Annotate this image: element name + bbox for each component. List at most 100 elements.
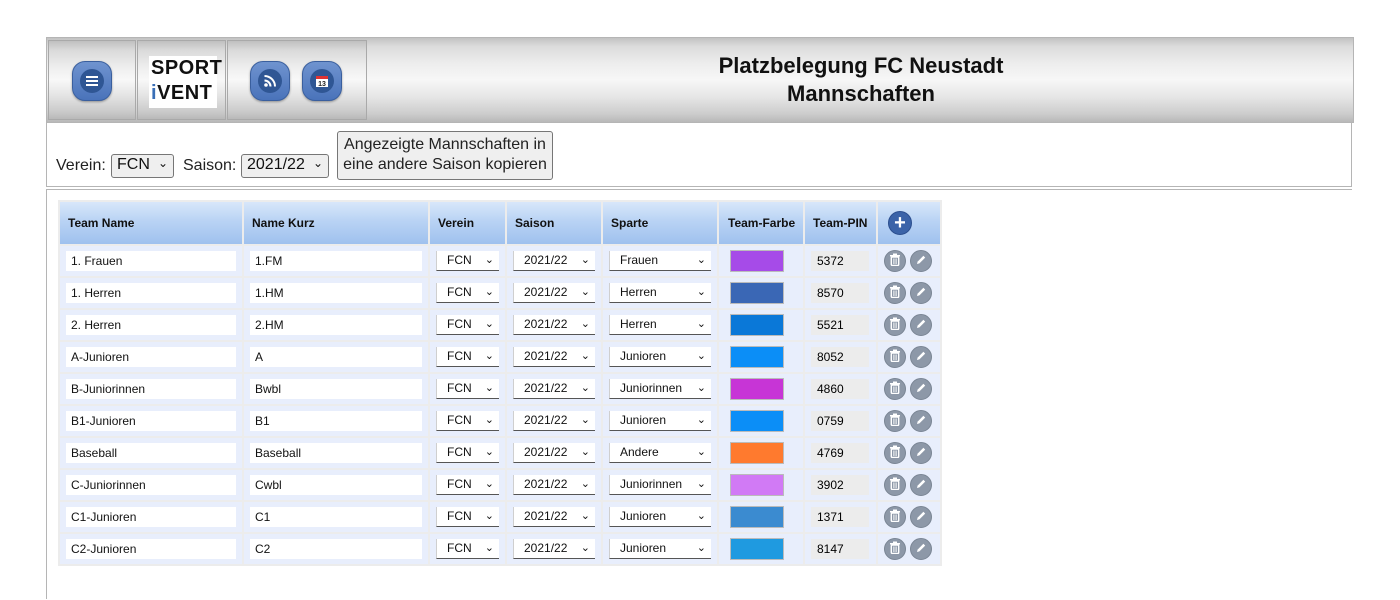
team-name-input[interactable]: B-Juniorinnen: [66, 379, 236, 399]
saison-dropdown[interactable]: 2021/22 ⌄: [513, 539, 595, 559]
col-name-kurz[interactable]: Name Kurz: [244, 202, 428, 244]
pencil-icon[interactable]: [910, 410, 933, 432]
verein-dropdown[interactable]: FCN ⌄: [436, 315, 499, 335]
saison-dropdown[interactable]: 2021/22 ⌄: [513, 507, 595, 527]
team-name-input[interactable]: C1-Junioren: [66, 507, 236, 527]
name-kurz-input[interactable]: A: [250, 347, 422, 367]
team-color-swatch[interactable]: [730, 314, 784, 336]
sparte-dropdown[interactable]: Frauen ⌄: [609, 251, 711, 271]
saison-dropdown[interactable]: 2021/22 ⌄: [513, 347, 595, 367]
calendar-icon: 13: [310, 69, 334, 93]
pencil-icon[interactable]: [910, 538, 933, 560]
name-kurz-input[interactable]: B1: [250, 411, 422, 431]
verein-dropdown[interactable]: FCN ⌄: [436, 283, 499, 303]
trash-icon[interactable]: [884, 314, 906, 336]
saison-dropdown[interactable]: 2021/22 ⌄: [513, 315, 595, 335]
team-color-swatch[interactable]: [730, 378, 784, 400]
saison-dropdown[interactable]: 2021/22 ⌄: [513, 411, 595, 431]
sparte-dropdown[interactable]: Herren ⌄: [609, 315, 711, 335]
team-color-swatch[interactable]: [730, 538, 784, 560]
verein-dropdown[interactable]: FCN ⌄: [436, 251, 499, 271]
trash-icon[interactable]: [884, 378, 906, 400]
saison-dropdown[interactable]: 2021/22 ⌄: [513, 251, 595, 271]
name-kurz-input[interactable]: Cwbl: [250, 475, 422, 495]
team-name-input[interactable]: Baseball: [66, 443, 236, 463]
sparte-dropdown[interactable]: Junioren ⌄: [609, 411, 711, 431]
name-kurz-input[interactable]: C2: [250, 539, 422, 559]
calendar-button[interactable]: 13: [302, 61, 342, 101]
sparte-dropdown[interactable]: Juniorinnen ⌄: [609, 379, 711, 399]
sparte-dropdown[interactable]: Herren ⌄: [609, 283, 711, 303]
team-color-swatch[interactable]: [730, 346, 784, 368]
team-pin-value: 8570: [811, 283, 869, 303]
verein-dropdown[interactable]: FCN ⌄: [436, 475, 499, 495]
col-team-pin[interactable]: Team-PIN: [805, 202, 876, 244]
saison-dropdown[interactable]: 2021/22 ⌄: [513, 283, 595, 303]
pencil-icon[interactable]: [910, 442, 933, 464]
trash-icon[interactable]: [884, 474, 906, 496]
plus-icon[interactable]: +: [888, 211, 912, 235]
sparte-dropdown[interactable]: Junioren ⌄: [609, 507, 711, 527]
col-verein[interactable]: Verein: [430, 202, 505, 244]
saison-dropdown[interactable]: 2021/22 ⌄: [513, 443, 595, 463]
team-name-input[interactable]: 2. Herren: [66, 315, 236, 335]
pencil-icon[interactable]: [910, 282, 933, 304]
team-color-swatch[interactable]: [730, 410, 784, 432]
rss-button[interactable]: [250, 61, 290, 101]
trash-icon[interactable]: [884, 506, 906, 528]
sparte-dropdown[interactable]: Andere ⌄: [609, 443, 711, 463]
team-name-input[interactable]: B1-Junioren: [66, 411, 236, 431]
verein-dropdown[interactable]: FCN ⌄: [436, 347, 499, 367]
name-kurz-input[interactable]: Bwbl: [250, 379, 422, 399]
sparte-dropdown[interactable]: Juniorinnen ⌄: [609, 475, 711, 495]
col-saison[interactable]: Saison: [507, 202, 601, 244]
trash-icon[interactable]: [884, 538, 906, 560]
saison-dropdown[interactable]: 2021/22 ⌄: [513, 475, 595, 495]
trash-icon[interactable]: [884, 282, 906, 304]
team-color-swatch[interactable]: [730, 282, 784, 304]
name-kurz-input[interactable]: 2.HM: [250, 315, 422, 335]
team-farbe-cell: [719, 342, 803, 372]
col-team-farbe[interactable]: Team-Farbe: [719, 202, 803, 244]
trash-icon[interactable]: [884, 346, 906, 368]
trash-icon[interactable]: [884, 250, 906, 272]
trash-icon[interactable]: [884, 410, 906, 432]
team-pin-value: 3902: [811, 475, 869, 495]
pencil-icon[interactable]: [910, 314, 933, 336]
menu-button[interactable]: [72, 61, 112, 101]
col-sparte[interactable]: Sparte: [603, 202, 717, 244]
verein-select[interactable]: FCN ⌄: [111, 154, 174, 178]
name-kurz-input[interactable]: 1.HM: [250, 283, 422, 303]
pencil-icon[interactable]: [910, 506, 933, 528]
team-color-swatch[interactable]: [730, 442, 784, 464]
saison-dropdown[interactable]: 2021/22 ⌄: [513, 379, 595, 399]
team-color-swatch[interactable]: [730, 506, 784, 528]
team-color-swatch[interactable]: [730, 474, 784, 496]
verein-dropdown[interactable]: FCN ⌄: [436, 379, 499, 399]
sparte-dropdown[interactable]: Junioren ⌄: [609, 347, 711, 367]
verein-dropdown[interactable]: FCN ⌄: [436, 411, 499, 431]
verein-dropdown[interactable]: FCN ⌄: [436, 507, 499, 527]
pencil-icon[interactable]: [910, 250, 933, 272]
sparte-dropdown[interactable]: Junioren ⌄: [609, 539, 711, 559]
saison-select[interactable]: 2021/22 ⌄: [241, 154, 329, 178]
pencil-icon[interactable]: [910, 474, 933, 496]
team-name-input[interactable]: 1. Frauen: [66, 251, 236, 271]
pencil-icon[interactable]: [910, 378, 933, 400]
verein-dropdown[interactable]: FCN ⌄: [436, 443, 499, 463]
team-name-input[interactable]: 1. Herren: [66, 283, 236, 303]
name-kurz-input[interactable]: C1: [250, 507, 422, 527]
team-color-swatch[interactable]: [730, 250, 784, 272]
team-name-input[interactable]: A-Junioren: [66, 347, 236, 367]
team-name-input[interactable]: C2-Junioren: [66, 539, 236, 559]
trash-icon[interactable]: [884, 442, 906, 464]
name-kurz-input[interactable]: Baseball: [250, 443, 422, 463]
team-farbe-cell: [719, 502, 803, 532]
copy-teams-button[interactable]: Angezeigte Mannschaften in eine andere S…: [337, 131, 553, 180]
team-name-input[interactable]: C-Juniorinnen: [66, 475, 236, 495]
col-team-name[interactable]: Team Name: [60, 202, 242, 244]
pencil-icon[interactable]: [910, 346, 933, 368]
verein-dropdown[interactable]: FCN ⌄: [436, 539, 499, 559]
name-kurz-input[interactable]: 1.FM: [250, 251, 422, 271]
chevron-down-icon: ⌄: [157, 156, 168, 170]
